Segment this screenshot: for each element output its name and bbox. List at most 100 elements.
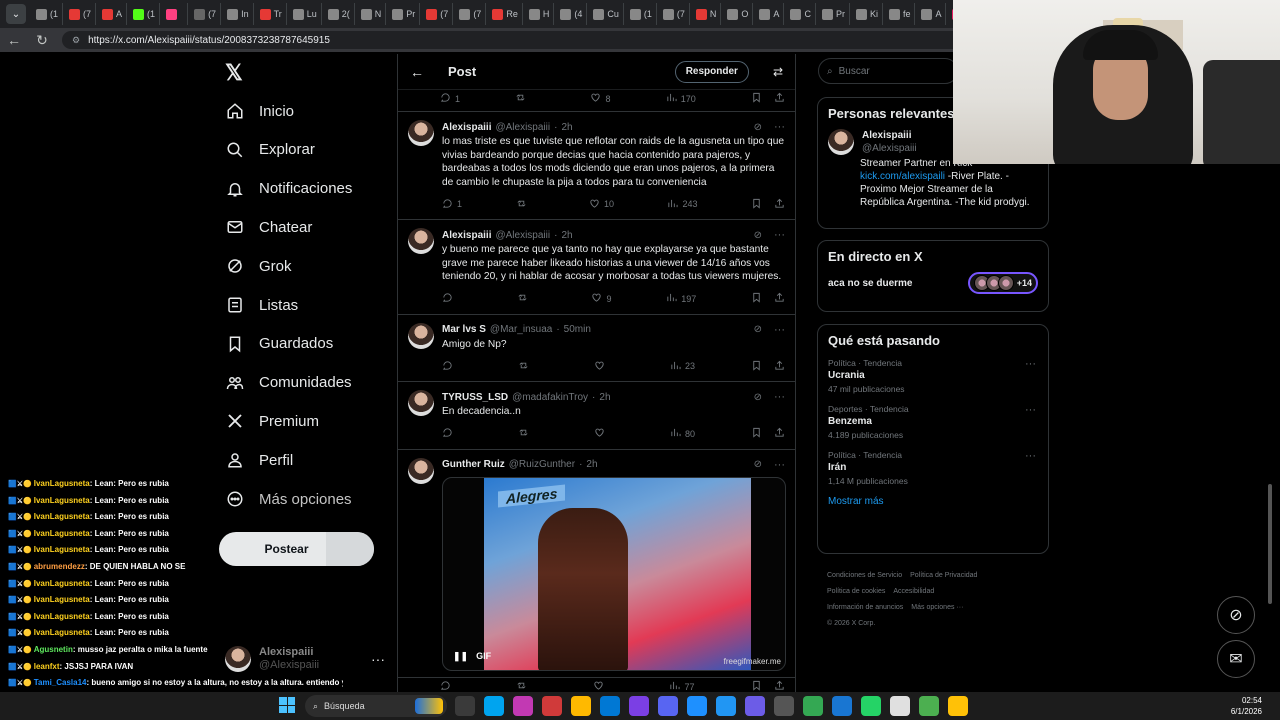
live-space-item[interactable]: aca no se duerme +14 — [828, 272, 1038, 294]
browser-tab[interactable]: A — [917, 3, 947, 25]
reply-action[interactable] — [442, 360, 462, 373]
app-icon[interactable] — [745, 696, 765, 716]
more-dots-icon[interactable]: ··· — [371, 651, 385, 667]
pause-icon[interactable]: ❚❚ — [453, 651, 468, 662]
url-field[interactable]: ⚙ https://x.com/Alexispaiii/status/20083… — [62, 31, 962, 49]
browser-tab[interactable]: N — [357, 3, 387, 25]
browser-tab[interactable]: (7 — [190, 3, 222, 25]
tweet[interactable]: Alexispaiii @Alexispaiii · 2h ⊘ ··· y bu… — [398, 220, 795, 315]
back-arrow-icon[interactable]: ← — [410, 64, 424, 80]
trend-item[interactable]: Política · Tendencia Ucrania 47 mil publ… — [828, 358, 1038, 394]
more-dots-icon[interactable]: ··· — [774, 229, 785, 241]
chat-username[interactable]: IvanLagusneta — [34, 545, 90, 554]
footer-link[interactable]: Política de Privacidad — [910, 572, 977, 579]
views-action[interactable]: 23 — [670, 360, 695, 373]
browser-tab[interactable]: Lu — [289, 3, 322, 25]
like-action[interactable] — [594, 427, 614, 440]
browser-tab[interactable]: In — [223, 3, 254, 25]
word-icon[interactable] — [687, 696, 707, 716]
nav-item-listas[interactable]: Listas — [225, 287, 298, 323]
like-action[interactable]: 10 — [589, 198, 614, 211]
avatar[interactable] — [408, 457, 434, 484]
footer-link[interactable]: Más opciones ··· — [911, 604, 963, 611]
repost-action[interactable] — [515, 92, 535, 105]
bookmark-icon[interactable] — [751, 92, 762, 105]
browser-tab[interactable]: 2( — [324, 3, 355, 25]
feather-icon[interactable] — [629, 696, 649, 716]
tweet[interactable]: Gunther Ruiz @RuizGunther · 2h ⊘ ··· Ale… — [398, 450, 795, 678]
more-dots-icon[interactable]: ··· — [774, 391, 785, 403]
site-info-icon[interactable]: ⚙ — [72, 35, 80, 46]
tweet-time[interactable]: 2h — [599, 392, 610, 403]
browser-tab[interactable]: (4 — [556, 3, 588, 25]
reply-action[interactable] — [442, 427, 462, 440]
grok-icon[interactable]: ⊘ — [754, 392, 762, 403]
search-input[interactable]: ⌕ Buscar — [818, 58, 958, 84]
author-handle[interactable]: @Mar_insuaa — [490, 324, 552, 335]
browser-tab[interactable]: (7 — [422, 3, 454, 25]
chrome-icon[interactable] — [919, 696, 939, 716]
author-handle[interactable]: @madafakinTroy — [512, 392, 588, 403]
more-dots-icon[interactable]: ··· — [1025, 358, 1036, 370]
chat-username[interactable]: IvanLagusneta — [34, 496, 90, 505]
chat-username[interactable]: IvanLagusneta — [34, 529, 90, 538]
browser-tab[interactable]: N — [692, 3, 722, 25]
tweet[interactable]: Mar lvs S @Mar_insuaa · 50min ⊘ ··· Amig… — [398, 315, 795, 382]
nav-item-comunidades[interactable]: Comunidades — [225, 365, 352, 401]
author-handle[interactable]: @RuizGunther — [509, 459, 575, 470]
author-handle[interactable]: @Alexispaiii — [495, 122, 550, 133]
edge-icon[interactable] — [600, 696, 620, 716]
taskbar-search[interactable]: ⌕ Búsqueda — [305, 695, 447, 717]
author-handle[interactable]: @Alexispaiii — [495, 230, 550, 241]
bookmark-icon[interactable] — [751, 198, 762, 211]
grok-icon[interactable]: ⊘ — [754, 230, 762, 241]
share-icon[interactable] — [774, 92, 785, 105]
filter-icon[interactable]: ⇄ — [773, 65, 783, 79]
chat-username[interactable]: abrumendezz — [34, 562, 85, 571]
author-name[interactable]: Alexispaiii — [442, 122, 491, 133]
show-more-link[interactable]: Mostrar más — [828, 496, 1038, 507]
avatar[interactable] — [408, 390, 434, 416]
tweet-time[interactable]: 2h — [561, 122, 572, 133]
views-action[interactable]: 197 — [666, 292, 696, 305]
views-action[interactable]: 80 — [670, 427, 695, 440]
browser-tab[interactable]: C — [786, 3, 816, 25]
browser-tab[interactable]: Ki — [852, 3, 883, 25]
browser-tab[interactable]: Re — [488, 3, 523, 25]
nav-item-guardados[interactable]: Guardados — [225, 326, 333, 362]
like-action[interactable] — [594, 360, 614, 373]
x-logo-icon[interactable]: 𝕏 — [225, 60, 243, 86]
scrollbar[interactable] — [1268, 484, 1272, 604]
tweet-time[interactable]: 50min — [564, 324, 591, 335]
copilot-icon[interactable] — [484, 696, 504, 716]
nav-item-explorar[interactable]: Explorar — [225, 132, 315, 168]
tweet[interactable]: Alexispaiii @Alexispaiii · 2h ⊘ ··· lo m… — [398, 112, 795, 220]
chrome-icon[interactable] — [948, 696, 968, 716]
bio-link[interactable]: kick.com/alexispaili — [860, 171, 945, 182]
chat-username[interactable]: IvanLagusneta — [34, 579, 90, 588]
more-dots-icon[interactable]: ··· — [1025, 450, 1036, 462]
file-explorer-icon[interactable] — [571, 696, 591, 716]
share-icon[interactable] — [774, 427, 785, 440]
more-dots-icon[interactable]: ··· — [774, 324, 785, 336]
opera-icon[interactable] — [542, 696, 562, 716]
browser-tab[interactable] — [162, 3, 189, 25]
repost-action[interactable] — [518, 427, 538, 440]
footer-link[interactable]: Condiciones de Servicio — [827, 572, 902, 579]
more-dots-icon[interactable]: ··· — [774, 459, 785, 471]
reply-button[interactable]: Responder — [674, 60, 749, 83]
nav-item-perfil[interactable]: Perfil — [225, 442, 293, 478]
photos-icon[interactable] — [513, 696, 533, 716]
messages-fab-icon[interactable]: ✉ — [1217, 640, 1255, 678]
grok-fab-icon[interactable]: ⊘ — [1217, 596, 1255, 634]
trend-item[interactable]: Deportes · Tendencia Benzema 4.189 publi… — [828, 404, 1038, 440]
share-icon[interactable] — [774, 292, 785, 305]
browser-tab[interactable]: Pr — [388, 3, 421, 25]
browser-tab[interactable]: Pr — [818, 3, 850, 25]
tab-search-icon[interactable]: ⌄ — [6, 4, 26, 24]
trend-item[interactable]: Política · Tendencia Irán 1,14 M publica… — [828, 450, 1038, 486]
author-name[interactable]: Alexispaiii — [442, 230, 491, 241]
chat-username[interactable]: leanfxt — [34, 662, 60, 671]
back-icon[interactable]: ← — [6, 32, 22, 48]
reply-action[interactable]: 1 — [442, 198, 462, 211]
